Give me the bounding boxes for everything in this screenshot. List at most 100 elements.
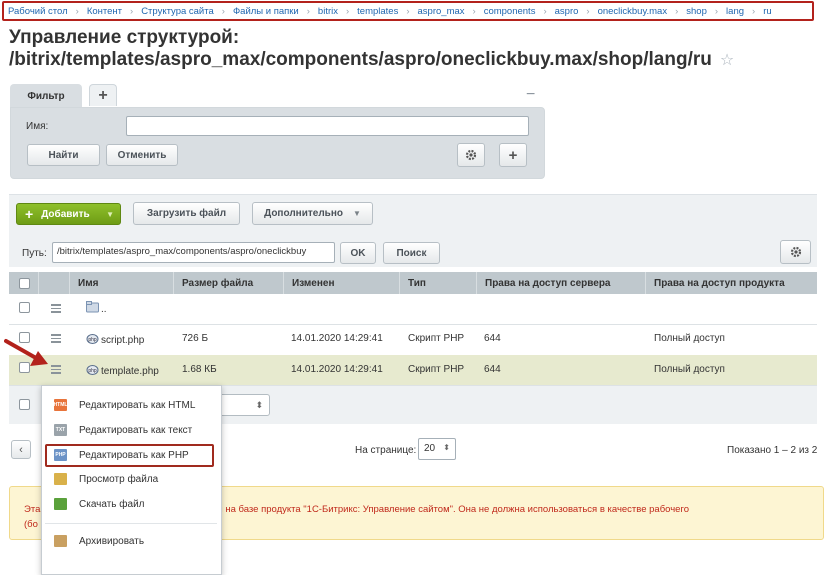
minimize-filter-icon[interactable]: − <box>526 86 535 104</box>
notice-line1-start: Эта <box>24 504 41 515</box>
menu-item-view-file[interactable]: Просмотр файла <box>45 468 215 490</box>
ok-button[interactable]: OK <box>340 242 376 264</box>
menu-item-label: Архивировать <box>79 535 145 547</box>
highlight-frame <box>45 444 214 467</box>
notice-line1-end: ботки на базе продукта "1С-Битрикс: Упра… <box>198 504 689 515</box>
row-modified: 14.01.2020 14:29:41 <box>291 364 383 375</box>
cancel-button[interactable]: Отменить <box>106 144 178 166</box>
more-button[interactable]: Дополнительно ▼ <box>252 202 373 225</box>
upload-file-button[interactable]: Загрузить файл <box>133 202 240 225</box>
footer-checkbox[interactable] <box>19 399 30 410</box>
name-input[interactable] <box>126 116 529 136</box>
more-button-label: Дополнительно <box>264 208 343 219</box>
menu-item-label: Скачать файл <box>79 498 145 510</box>
per-page-value: 20 <box>424 443 436 454</box>
breadcrumb-item[interactable]: Рабочий стол <box>8 6 68 17</box>
menu-item-label: Просмотр файла <box>79 473 159 485</box>
shown-count: Показано 1 – 2 из 2 <box>727 445 818 456</box>
breadcrumb-separator-icon: › <box>472 5 476 17</box>
search-button[interactable]: Поиск <box>383 242 440 264</box>
breadcrumb-separator-icon: › <box>306 5 310 17</box>
name-label: Имя: <box>26 121 49 132</box>
text-edit-icon: TXT <box>54 424 67 436</box>
header-actions <box>38 272 69 294</box>
row-menu-icon[interactable] <box>51 334 61 345</box>
breadcrumb-separator-icon: › <box>714 5 719 17</box>
gear-icon[interactable] <box>457 143 485 167</box>
breadcrumb-item[interactable]: bitrix <box>318 6 338 17</box>
row-menu-icon[interactable] <box>51 304 61 315</box>
breadcrumb-separator-icon: › <box>75 5 79 17</box>
header-size[interactable]: Размер файла <box>173 272 283 294</box>
breadcrumb-separator-icon: › <box>221 5 225 17</box>
find-button[interactable]: Найти <box>27 144 100 166</box>
row-name[interactable]: script.php <box>101 335 144 346</box>
chevron-down-icon: ▼ <box>106 209 114 219</box>
row-checkbox[interactable] <box>19 302 30 313</box>
header-server-rights[interactable]: Права на доступ сервера <box>476 272 645 294</box>
php-file-icon: php <box>86 365 99 375</box>
header-name[interactable]: Имя <box>69 272 173 294</box>
breadcrumb-item[interactable]: oneclickbuy.max <box>598 6 668 17</box>
breadcrumb-item[interactable]: Файлы и папки <box>233 6 299 17</box>
add-filter-tab-button[interactable]: + <box>89 84 117 106</box>
breadcrumb-item[interactable]: lang <box>726 6 744 17</box>
menu-item-html-edit[interactable]: HTML Редактировать как HTML <box>45 394 215 416</box>
chevron-down-icon: ▼ <box>352 209 361 218</box>
breadcrumb-item[interactable]: components <box>484 6 536 17</box>
html-edit-icon: HTML <box>54 399 67 411</box>
chevron-updown-icon: ⬍ <box>443 443 450 452</box>
page-title-line1: Управление структурой: <box>9 27 240 48</box>
menu-separator <box>45 523 217 524</box>
path-label: Путь: <box>22 248 47 259</box>
per-page-select[interactable]: 20 ⬍ <box>418 438 456 460</box>
per-page-label: На странице: <box>355 445 417 456</box>
row-menu-icon[interactable] <box>51 365 61 376</box>
plus-icon[interactable]: + <box>499 143 527 167</box>
menu-item-text-edit[interactable]: TXT Редактировать как текст <box>45 419 215 441</box>
header-product-rights[interactable]: Права на доступ продукта <box>645 272 817 294</box>
page-title: Управление структурой: /bitrix/templates… <box>9 27 769 72</box>
row-server-rights: 644 <box>484 364 501 375</box>
svg-text:php: php <box>88 368 97 374</box>
view-file-icon <box>54 473 67 485</box>
breadcrumb-item[interactable]: shop <box>686 6 707 17</box>
breadcrumb-item[interactable]: Структура сайта <box>141 6 214 17</box>
row-name[interactable]: template.php <box>101 366 159 377</box>
prev-page-button[interactable]: ‹ <box>11 440 31 459</box>
breadcrumb-item[interactable]: aspro <box>555 6 579 17</box>
breadcrumb-item[interactable]: templates <box>357 6 398 17</box>
table-row[interactable] <box>9 294 817 325</box>
tab-filter[interactable]: Фильтр <box>10 84 82 108</box>
breadcrumb-separator-icon: › <box>543 5 547 17</box>
row-modified: 14.01.2020 14:29:41 <box>291 333 383 344</box>
php-file-icon: php <box>86 334 99 344</box>
page-title-line2: /bitrix/templates/aspro_max/components/a… <box>9 49 712 70</box>
row-type: Скрипт PHP <box>408 364 465 375</box>
row-name[interactable]: .. <box>101 304 107 315</box>
download-icon <box>54 498 67 510</box>
svg-text:php: php <box>88 337 97 343</box>
plus-icon: + <box>25 206 34 222</box>
breadcrumb-separator-icon: › <box>675 5 679 17</box>
row-size: 726 Б <box>182 333 209 344</box>
menu-item-archive[interactable]: Архивировать <box>45 530 215 552</box>
menu-item-download[interactable]: Скачать файл <box>45 493 215 515</box>
breadcrumb-item[interactable]: ru <box>763 6 771 17</box>
breadcrumb-separator-icon: › <box>586 5 590 17</box>
star-icon[interactable]: ☆ <box>720 52 734 69</box>
header-type[interactable]: Тип <box>399 272 476 294</box>
notice-line2-start: (бо <box>24 519 38 530</box>
gear-icon[interactable] <box>780 240 811 264</box>
breadcrumb-separator-icon: › <box>345 5 350 17</box>
header-modified[interactable]: Изменен <box>283 272 399 294</box>
breadcrumb-item[interactable]: aspro_max <box>418 6 465 17</box>
row-type: Скрипт PHP <box>408 333 465 344</box>
path-input[interactable]: /bitrix/templates/aspro_max/components/a… <box>52 242 335 263</box>
breadcrumb-item[interactable]: Контент <box>87 6 122 17</box>
select-all-checkbox[interactable] <box>19 278 30 289</box>
row-product-rights: Полный доступ <box>654 333 725 344</box>
add-button[interactable]: + Добавить ▼ <box>16 203 121 225</box>
row-product-rights: Полный доступ <box>654 364 725 375</box>
breadcrumb-separator-icon: › <box>130 5 134 17</box>
